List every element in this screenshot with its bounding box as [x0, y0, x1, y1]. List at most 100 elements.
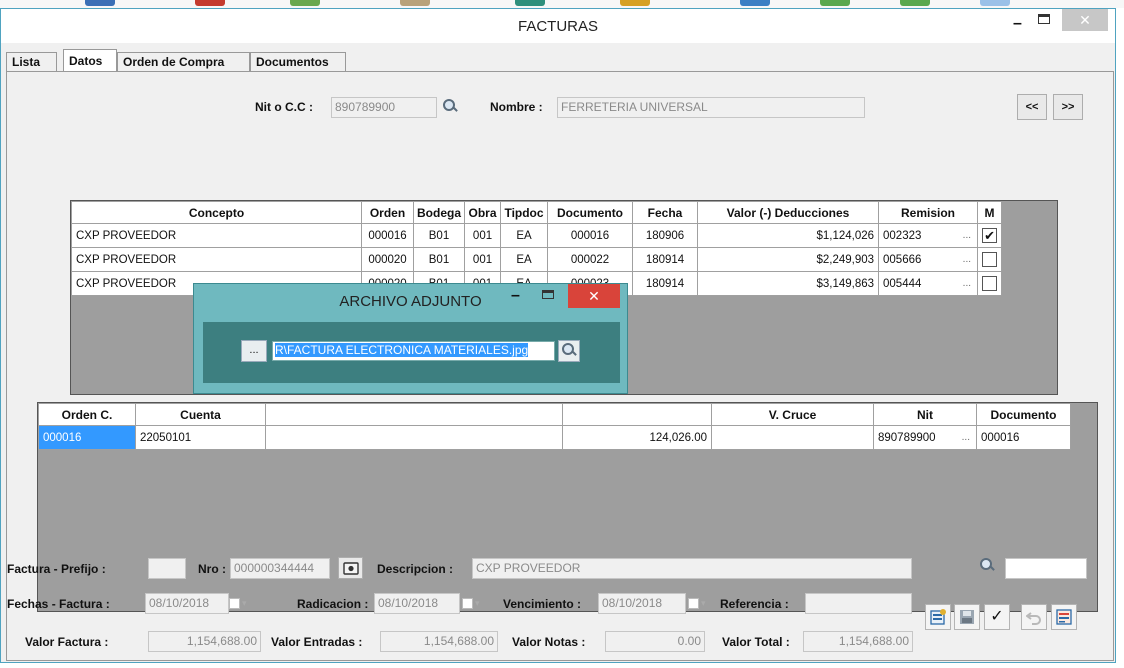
cell-documento[interactable]: 000022 [547, 247, 634, 272]
confirm-button[interactable]: ✓ [984, 604, 1010, 630]
cell-documento[interactable]: 000016 [547, 223, 634, 248]
col-obra[interactable]: Obra [464, 201, 502, 224]
col-orden[interactable]: Orden [361, 201, 414, 224]
tab-documentos[interactable]: Documentos [250, 52, 346, 72]
cell-valor[interactable]: $3,149,863 [697, 271, 880, 296]
cell-fecha[interactable]: 180914 [632, 247, 699, 272]
vencimiento-picker[interactable]: ▾ [688, 593, 714, 614]
minimize-button[interactable]: – [1013, 15, 1022, 33]
col-orden-c[interactable]: Orden C. [38, 403, 136, 426]
col-bodega[interactable]: Bodega [412, 201, 466, 224]
cell-valor[interactable]: 124,026.00 [562, 425, 712, 450]
col-hidden-2[interactable] [562, 403, 712, 426]
remision-ellipsis-button[interactable]: ... [963, 230, 971, 241]
cell-bodega[interactable]: B01 [412, 223, 466, 248]
previous-record-button[interactable]: << [1017, 94, 1047, 120]
valor-total-field[interactable]: 1,154,688.00 [803, 631, 913, 652]
nit-ellipsis-button[interactable]: ... [962, 432, 970, 443]
col-m[interactable]: M [977, 201, 1003, 224]
cell-v-cruce[interactable] [711, 425, 874, 450]
table-row[interactable]: 000016 22050101 124,026.00 890789900... … [38, 425, 1071, 450]
cell-fecha[interactable]: 180914 [632, 271, 699, 296]
cell-valor[interactable]: $2,249,903 [697, 247, 880, 272]
new-document-button[interactable] [925, 604, 951, 630]
cell-bodega[interactable]: B01 [412, 247, 466, 272]
nro-field[interactable]: 000000344444 [230, 558, 330, 579]
cell-valor[interactable]: $1,124,026 [697, 223, 880, 248]
valor-entradas-field[interactable]: 1,154,688.00 [380, 631, 498, 652]
tab-orden-de-compra[interactable]: Orden de Compra [117, 52, 250, 72]
close-button[interactable]: ✕ [1062, 9, 1108, 31]
cell-documento-2[interactable]: 000016 [976, 425, 1071, 450]
descripcion-field[interactable]: CXP PROVEEDOR [472, 558, 912, 579]
window-title: FACTURAS [517, 18, 598, 35]
camera-button[interactable] [338, 557, 363, 579]
save-button[interactable] [954, 604, 980, 630]
dialog-minimize-button[interactable]: – [511, 287, 520, 305]
cell-remision[interactable]: 005444... [878, 271, 979, 296]
col-concepto[interactable]: Concepto [71, 201, 362, 224]
col-fecha[interactable]: Fecha [632, 201, 699, 224]
cell-nit[interactable]: 890789900... [873, 425, 977, 450]
cell-cuenta[interactable]: 22050101 [135, 425, 266, 450]
cell-fecha[interactable]: 180906 [632, 223, 699, 248]
file-search-icon[interactable] [558, 340, 580, 362]
print-button[interactable] [1051, 604, 1077, 630]
m-checkbox[interactable]: ✔ [982, 228, 998, 243]
browse-button[interactable]: ... [241, 340, 267, 362]
valor-factura-field[interactable]: 1,154,688.00 [148, 631, 261, 652]
nit-field[interactable]: 890789900 [331, 97, 437, 118]
next-record-button[interactable]: >> [1053, 94, 1083, 120]
undo-icon [1025, 611, 1041, 625]
cell-orden-c[interactable]: 000016 [38, 425, 136, 450]
cell-remision[interactable]: 005666... [878, 247, 979, 272]
accounts-header-row: Orden C. Cuenta V. Cruce Nit Documento [38, 403, 1071, 426]
maximize-button[interactable] [1038, 14, 1050, 24]
cell-concepto[interactable]: CXP PROVEEDOR [71, 247, 362, 272]
cell-tipdoc[interactable]: EA [500, 247, 549, 272]
file-path-field[interactable]: R\FACTURA ELECTRONICA MATERIALES.jpg [272, 341, 555, 361]
nombre-field[interactable]: FERRETERIA UNIVERSAL [557, 97, 865, 118]
search-field[interactable] [1005, 558, 1087, 579]
undo-button[interactable] [1021, 604, 1047, 630]
fecha-factura-field[interactable]: 08/10/2018 [145, 593, 229, 614]
col-hidden-1[interactable] [265, 403, 563, 426]
cell-remision[interactable]: 002323... [878, 223, 979, 248]
nit-search-icon[interactable] [440, 97, 462, 117]
dialog-maximize-button[interactable] [542, 290, 554, 299]
cell-tipdoc[interactable]: EA [500, 223, 549, 248]
col-documento-2[interactable]: Documento [976, 403, 1071, 426]
cell-orden[interactable]: 000016 [361, 223, 414, 248]
cell-orden[interactable]: 000020 [361, 247, 414, 272]
remision-ellipsis-button[interactable]: ... [963, 278, 971, 289]
prefijo-field[interactable] [148, 558, 186, 579]
dialog-close-button[interactable]: ✕ [568, 284, 620, 308]
cell-obra[interactable]: 001 [464, 247, 502, 272]
table-row[interactable]: CXP PROVEEDOR 000016 B01 001 EA 000016 1… [71, 223, 1003, 248]
valor-notas-field[interactable]: 0.00 [605, 631, 705, 652]
cell-obra[interactable]: 001 [464, 223, 502, 248]
radicacion-field[interactable]: 08/10/2018 [374, 593, 460, 614]
radicacion-picker[interactable]: ▾ [462, 593, 488, 614]
fecha-factura-picker[interactable]: ▾ [229, 593, 255, 614]
remision-ellipsis-button[interactable]: ... [963, 254, 971, 265]
col-v-cruce[interactable]: V. Cruce [711, 403, 874, 426]
col-nit[interactable]: Nit [873, 403, 977, 426]
col-cuenta[interactable]: Cuenta [135, 403, 266, 426]
tab-datos[interactable]: Datos [63, 49, 117, 72]
tab-lista[interactable]: Lista [6, 52, 57, 72]
col-tipdoc[interactable]: Tipdoc [500, 201, 549, 224]
col-remision[interactable]: Remision [878, 201, 979, 224]
m-checkbox[interactable] [982, 276, 998, 291]
vencimiento-field[interactable]: 08/10/2018 [598, 593, 686, 614]
m-checkbox[interactable] [982, 252, 998, 267]
cell-hidden-1[interactable] [265, 425, 563, 450]
col-valor-deducciones[interactable]: Valor (-) Deducciones [697, 201, 880, 224]
dialog-body: ... R\FACTURA ELECTRONICA MATERIALES.jpg [203, 322, 620, 383]
table-row[interactable]: CXP PROVEEDOR 000020 B01 001 EA 000022 1… [71, 247, 1003, 272]
col-documento[interactable]: Documento [547, 201, 634, 224]
nit-value: 890789900 [878, 431, 936, 444]
zoom-search-icon[interactable] [977, 556, 1001, 578]
referencia-field[interactable] [805, 593, 912, 614]
cell-concepto[interactable]: CXP PROVEEDOR [71, 223, 362, 248]
